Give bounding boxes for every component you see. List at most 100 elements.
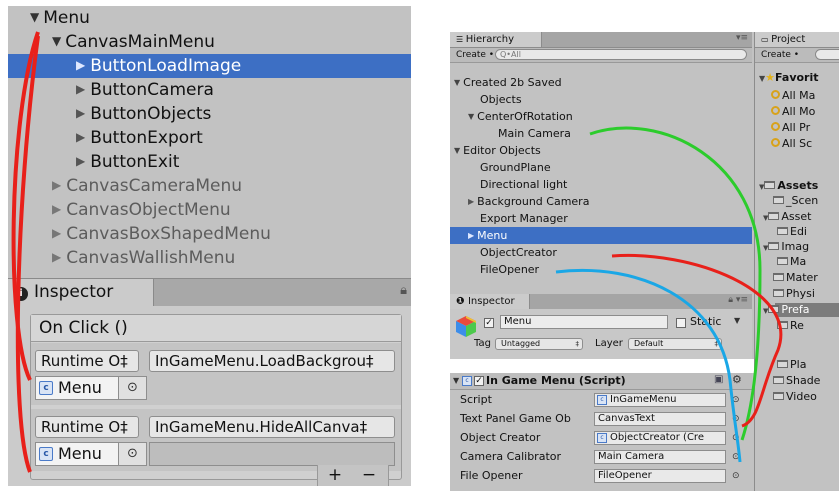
component-title: In Game Menu (Script) bbox=[486, 374, 626, 387]
project-folder-item[interactable]: Edi bbox=[777, 224, 807, 239]
project-create-button[interactable]: Create • bbox=[758, 49, 802, 61]
left-inspector-tab[interactable]: i Inspector bbox=[8, 279, 154, 306]
tree-item[interactable]: Menu bbox=[8, 6, 411, 30]
project-item-label: Shade bbox=[786, 374, 821, 387]
tree-item[interactable]: CanvasCameraMenu bbox=[8, 174, 411, 198]
object-picker-icon[interactable]: ⊙ bbox=[119, 376, 147, 400]
project-folder-item[interactable]: Pla bbox=[777, 357, 806, 372]
panel-menu-icon[interactable]: ▾≡ bbox=[736, 33, 748, 43]
hierarchy-item[interactable]: Export Manager bbox=[450, 210, 752, 227]
project-folder-item[interactable]: Re bbox=[777, 318, 804, 333]
saved-search-item[interactable]: All Ma bbox=[771, 88, 815, 103]
object-name-input[interactable]: Menu bbox=[500, 315, 668, 329]
chevron-down-icon[interactable]: ▼ bbox=[734, 316, 740, 325]
target-object-field[interactable]: c Menu bbox=[35, 442, 119, 466]
foldout-arrow-icon[interactable]: ▼ bbox=[453, 373, 459, 389]
project-folder-item[interactable]: ▼ Prefa bbox=[763, 302, 810, 317]
runtime-mode-dropdown[interactable]: Runtime O‡ bbox=[35, 416, 139, 438]
target-object-field[interactable]: c Menu bbox=[35, 376, 119, 400]
project-folder-item[interactable]: Shade bbox=[773, 373, 820, 388]
project-folder-item[interactable]: ▼ Imag bbox=[763, 239, 809, 254]
add-event-button[interactable]: + bbox=[318, 465, 352, 485]
lock-icon[interactable]: 🔒︎ ▾≡ bbox=[728, 295, 748, 305]
component-header[interactable]: ▼ c ✓ In Game Menu (Script) ▣ ⚙ bbox=[450, 373, 752, 390]
project-folder-item[interactable]: Ma bbox=[777, 254, 806, 269]
property-value: ObjectCreator (Cre bbox=[610, 432, 704, 443]
lock-icon[interactable]: 🔒︎ bbox=[400, 283, 407, 298]
tree-item[interactable]: ButtonExit bbox=[8, 150, 411, 174]
object-picker-icon[interactable]: ⊙ bbox=[119, 442, 147, 466]
property-value-field[interactable]: Main Camera bbox=[594, 450, 726, 464]
hierarchy-item[interactable]: Menu bbox=[450, 227, 752, 244]
project-folder-item[interactable]: Video bbox=[773, 389, 817, 404]
tree-item[interactable]: CanvasBoxShapedMenu bbox=[8, 222, 411, 246]
tree-item[interactable]: CanvasObjectMenu bbox=[8, 198, 411, 222]
target-object-label: Menu bbox=[58, 378, 102, 397]
layer-dropdown[interactable]: Default ‡ bbox=[628, 338, 722, 350]
folder-icon bbox=[773, 392, 784, 400]
property-value: CanvasText bbox=[598, 413, 655, 424]
inspector-tab[interactable]: ❶ Inspector bbox=[450, 294, 530, 309]
help-icon[interactable]: ▣ bbox=[714, 374, 723, 385]
hierarchy-item[interactable]: GroundPlane bbox=[450, 159, 752, 176]
object-picker-icon[interactable]: ⊙ bbox=[732, 432, 740, 444]
project-folder-item[interactable]: ▼ Assets bbox=[759, 178, 818, 193]
project-tab[interactable]: ▭ Project bbox=[755, 32, 839, 47]
saved-search-item[interactable]: All Sc bbox=[771, 136, 812, 151]
hierarchy-create-button[interactable]: Create • bbox=[453, 49, 497, 61]
hierarchy-item[interactable]: Background Camera bbox=[450, 193, 752, 210]
hierarchy-item[interactable]: Main Camera bbox=[450, 125, 752, 142]
function-dropdown[interactable]: InGameMenu.HideAllCanva‡ bbox=[149, 416, 395, 438]
property-label: Text Panel Game Ob bbox=[460, 412, 571, 425]
static-checkbox[interactable] bbox=[676, 318, 686, 328]
function-dropdown[interactable]: InGameMenu.LoadBackgrou‡ bbox=[149, 350, 395, 372]
hierarchy-tab[interactable]: ☰ Hierarchy bbox=[450, 32, 542, 47]
project-search-input[interactable] bbox=[815, 49, 839, 60]
tree-item[interactable]: ButtonObjects bbox=[8, 102, 411, 126]
object-picker-icon[interactable]: ⊙ bbox=[732, 413, 740, 425]
remove-event-button[interactable]: − bbox=[352, 465, 386, 485]
tree-item[interactable]: CanvasWallishMenu bbox=[8, 246, 411, 270]
hierarchy-item[interactable]: Created 2b Saved bbox=[450, 74, 752, 91]
hierarchy-item[interactable]: CenterOfRotation bbox=[450, 108, 752, 125]
object-picker-icon[interactable]: ⊙ bbox=[732, 394, 740, 406]
hierarchy-item[interactable]: FileOpener bbox=[450, 261, 752, 278]
tag-dropdown[interactable]: Untagged ‡ bbox=[495, 338, 583, 350]
property-value-field[interactable]: c ObjectCreator (Cre bbox=[594, 431, 726, 445]
argument-field[interactable] bbox=[149, 442, 395, 466]
object-picker-icon[interactable]: ⊙ bbox=[732, 470, 740, 482]
project-folder-item[interactable]: Physi bbox=[773, 286, 815, 301]
project-item-label: Prefa bbox=[781, 303, 810, 316]
inspector-tab-label: Inspector bbox=[467, 296, 515, 307]
project-item-label: Physi bbox=[786, 287, 815, 300]
project-folder-item[interactable]: _Scen bbox=[773, 193, 818, 208]
gear-icon[interactable]: ⚙ bbox=[732, 373, 742, 386]
saved-search-item[interactable]: All Mo bbox=[771, 104, 815, 119]
property-row: Text Panel Game Ob CanvasText ⊙ bbox=[450, 410, 752, 427]
tree-item[interactable]: ButtonExport bbox=[8, 126, 411, 150]
tree-item[interactable]: ButtonCamera bbox=[8, 78, 411, 102]
script-icon: c bbox=[597, 395, 607, 405]
tree-item[interactable]: CanvasMainMenu bbox=[8, 30, 411, 54]
component-enabled-checkbox[interactable]: ✓ bbox=[474, 376, 484, 386]
project-folder-item[interactable]: Mater bbox=[773, 270, 818, 285]
tree-item[interactable]: ButtonLoadImage bbox=[8, 54, 411, 78]
property-value-field[interactable]: c InGameMenu bbox=[594, 393, 726, 407]
favorites-header[interactable]: ▼★Favorit bbox=[759, 70, 819, 85]
saved-search-item[interactable]: All Pr bbox=[771, 120, 810, 135]
hierarchy-item[interactable]: Directional light bbox=[450, 176, 752, 193]
hierarchy-item[interactable]: Editor Objects bbox=[450, 142, 752, 159]
folder-icon bbox=[777, 360, 788, 368]
hierarchy-item[interactable]: ObjectCreator bbox=[450, 244, 752, 261]
property-value-field[interactable]: FileOpener bbox=[594, 469, 726, 483]
runtime-mode-dropdown[interactable]: Runtime O‡ bbox=[35, 350, 139, 372]
project-item-label: Assets bbox=[777, 179, 819, 192]
project-item-label: Imag bbox=[781, 240, 810, 253]
object-picker-icon[interactable]: ⊙ bbox=[732, 451, 740, 463]
project-folder-item[interactable]: ▼ Asset bbox=[763, 209, 811, 224]
hierarchy-search-input[interactable]: Q•All bbox=[495, 49, 747, 60]
active-checkbox[interactable]: ✓ bbox=[484, 318, 494, 328]
hierarchy-item[interactable]: Objects bbox=[450, 91, 752, 108]
project-toolbar: Create • bbox=[755, 48, 839, 63]
property-value-field[interactable]: CanvasText bbox=[594, 412, 726, 426]
